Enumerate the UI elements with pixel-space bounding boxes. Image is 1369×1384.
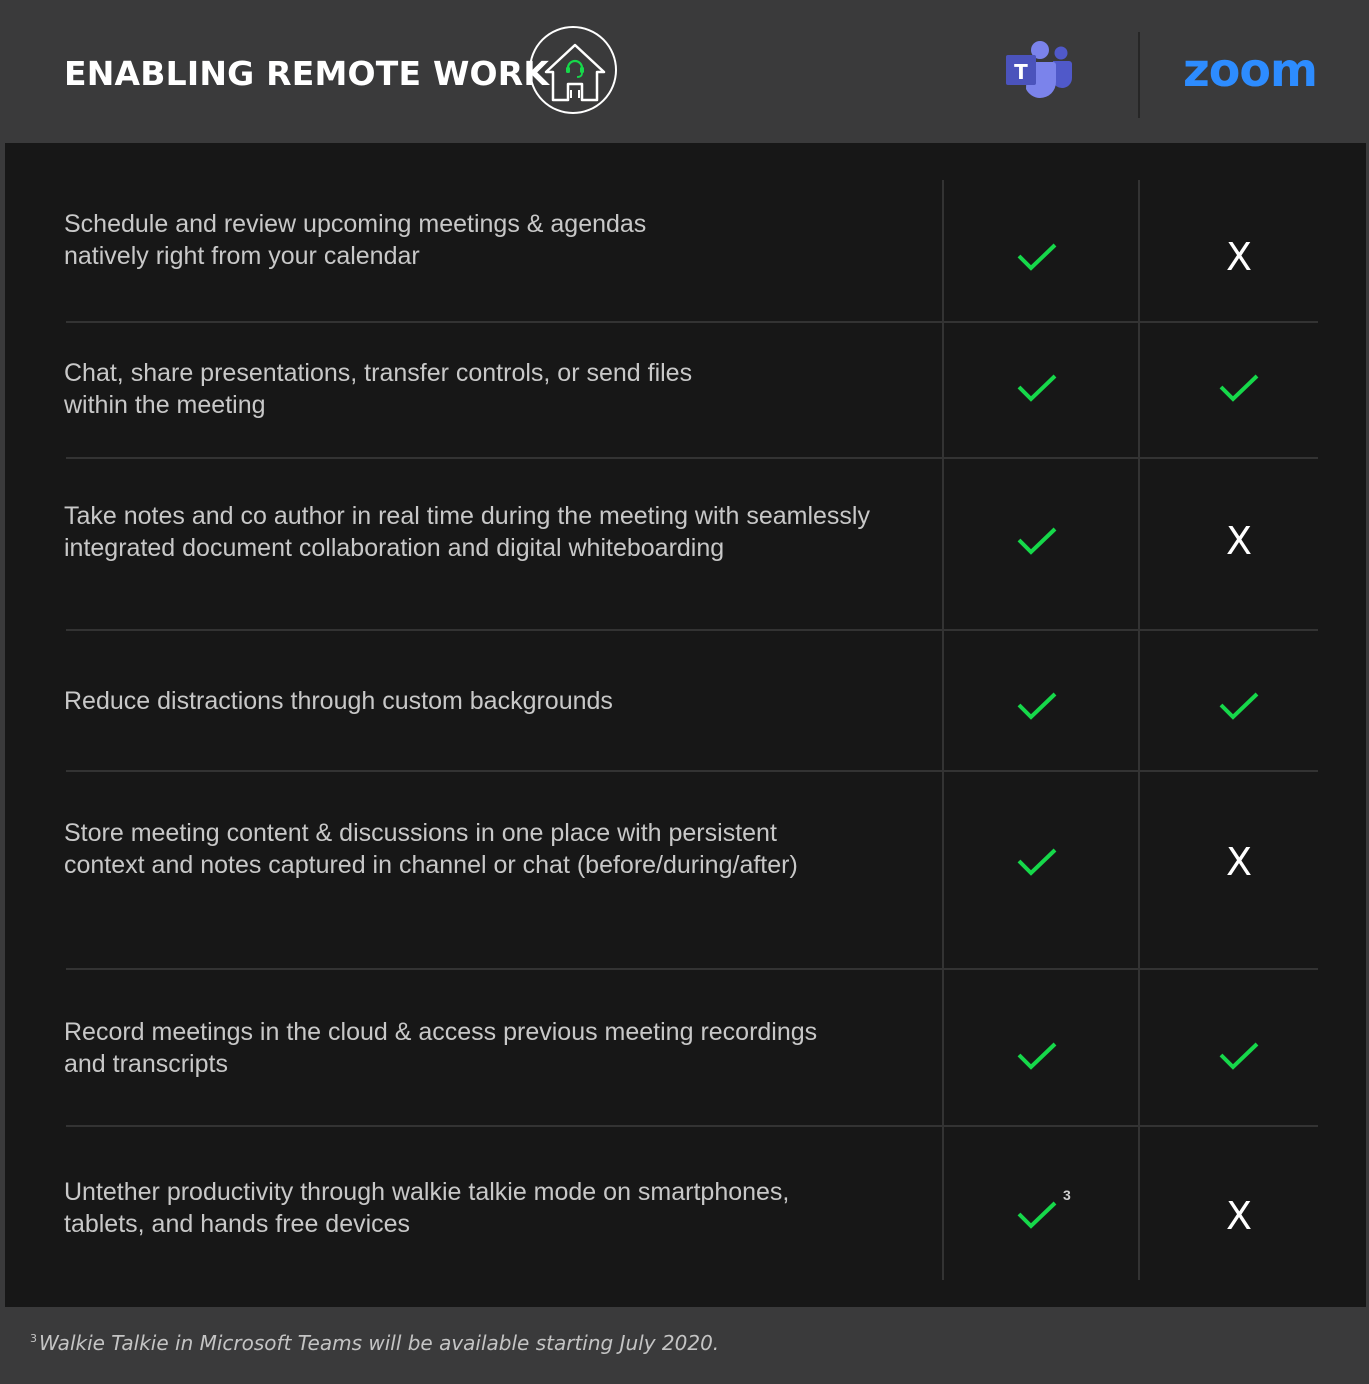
comparison-panel — [5, 143, 1366, 1307]
feature-row-1: Schedule and review upcoming meetings & … — [64, 208, 646, 272]
feature-text-line1: Schedule and review upcoming meetings & … — [64, 210, 647, 238]
zoom-check-icon — [1219, 374, 1259, 402]
footnote: 3 Walkie Talkie in Microsoft Teams will b… — [30, 1331, 719, 1355]
row-divider — [66, 770, 1318, 772]
column-divider-teams — [942, 180, 944, 1280]
zoom-cross-icon: X — [1225, 519, 1253, 563]
teams-check-icon — [1017, 848, 1057, 876]
svg-text:T: T — [1014, 60, 1028, 84]
microsoft-teams-logo-icon: T — [1003, 38, 1075, 107]
footnote-number: 3 — [30, 1332, 37, 1346]
zoom-check-icon — [1219, 1042, 1259, 1070]
row-divider — [66, 968, 1318, 970]
row-divider — [66, 457, 1318, 459]
footnote-reference: 3 — [1063, 1187, 1071, 1203]
feature-row-4: Reduce distractions through custom backg… — [64, 685, 613, 717]
feature-text-line1: Take notes and co author in real time du… — [64, 502, 870, 530]
feature-text-line2: tablets, and hands free devices — [64, 1210, 411, 1238]
header: ENABLING REMOTE WORK T zoom — [0, 0, 1369, 143]
zoom-logo: zoom — [1183, 43, 1318, 97]
zoom-cross-icon: X — [1225, 235, 1253, 279]
feature-text-line1: Record meetings in the cloud & access pr… — [64, 1018, 818, 1046]
footnote-text: Walkie Talkie in Microsoft Teams will be… — [39, 1331, 720, 1355]
feature-row-6: Record meetings in the cloud & access pr… — [64, 1016, 817, 1080]
feature-text-line1: Store meeting content & discussions in o… — [64, 819, 777, 847]
teams-check-icon — [1017, 692, 1057, 720]
feature-row-3: Take notes and co author in real time du… — [64, 500, 870, 564]
remote-work-house-icon — [529, 26, 617, 114]
row-divider — [66, 321, 1318, 323]
feature-text-line2: within the meeting — [64, 391, 266, 419]
teams-check-icon — [1017, 243, 1057, 271]
teams-check-icon — [1017, 374, 1057, 402]
feature-text-line2: natively right from your calendar — [64, 242, 420, 270]
row-divider — [66, 1125, 1318, 1127]
feature-text-line1: Reduce distractions through custom backg… — [64, 687, 613, 715]
feature-row-2: Chat, share presentations, transfer cont… — [64, 357, 692, 421]
column-divider-zoom — [1138, 180, 1140, 1280]
teams-check-icon — [1017, 527, 1057, 555]
feature-text-line2: and transcripts — [64, 1050, 228, 1078]
zoom-cross-icon: X — [1225, 1194, 1253, 1238]
feature-text-line2: context and notes captured in channel or… — [64, 851, 798, 879]
feature-row-5: Store meeting content & discussions in o… — [64, 817, 798, 881]
feature-text-line1: Chat, share presentations, transfer cont… — [64, 359, 693, 387]
feature-text-line2: integrated document collaboration and di… — [64, 534, 725, 562]
header-divider — [1138, 32, 1140, 118]
row-divider — [66, 629, 1318, 631]
feature-row-7: Untether productivity through walkie tal… — [64, 1176, 789, 1240]
zoom-cross-icon: X — [1225, 840, 1253, 884]
page-title: ENABLING REMOTE WORK — [64, 54, 550, 93]
teams-check-icon — [1017, 1201, 1057, 1229]
zoom-check-icon — [1219, 692, 1259, 720]
teams-check-icon — [1017, 1042, 1057, 1070]
feature-text-line1: Untether productivity through walkie tal… — [64, 1178, 790, 1206]
